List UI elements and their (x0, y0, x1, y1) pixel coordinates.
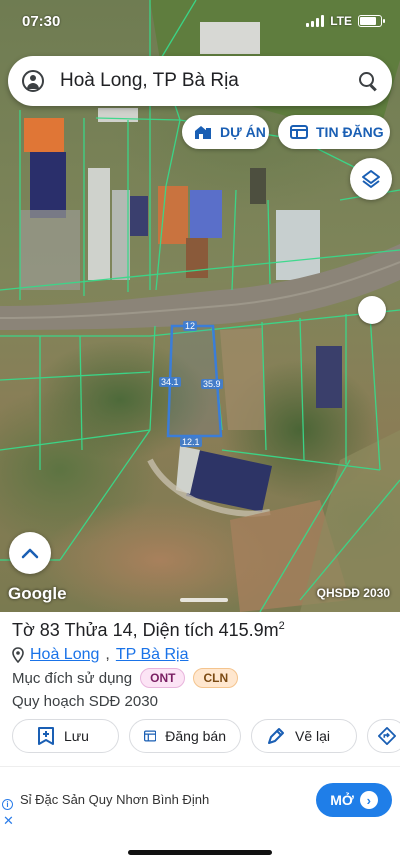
location-separator: , (105, 646, 110, 663)
search-bar[interactable]: Hoà Long, TP Bà Rịa (8, 56, 392, 106)
ad-open-button[interactable]: MỞ › (316, 783, 392, 817)
share-button[interactable] (367, 719, 400, 753)
post-sale-label: Đăng bán (165, 728, 226, 744)
listings-chip[interactable]: TIN ĐĂNG (278, 115, 390, 149)
system-bottom-bar (0, 828, 400, 866)
status-indicators: LTE (306, 14, 385, 28)
edge-label-right: 35.9 (201, 379, 223, 389)
building-icon (195, 126, 211, 139)
bookmark-add-icon (38, 727, 54, 745)
action-row: Lưu Đăng bán Vẽ lại (12, 719, 400, 753)
purpose-badge-ont[interactable]: ONT (140, 668, 186, 688)
google-attribution: Google (8, 584, 67, 603)
home-indicator[interactable] (128, 850, 272, 855)
satellite-map[interactable]: 12 34.1 35.9 12.1 07:30 LTE Hoà Long, TP… (0, 0, 400, 612)
area-unit-exponent: 2 (278, 620, 285, 632)
sheet-drag-handle[interactable] (180, 598, 228, 602)
chevron-right-icon: › (359, 791, 378, 809)
city-link[interactable]: TP Bà Rịa (116, 646, 189, 664)
status-time: 07:30 (22, 13, 61, 30)
ad-close-icon[interactable]: ✕ (3, 813, 14, 829)
map-marker-handle[interactable] (358, 296, 386, 324)
post-sale-button[interactable]: Đăng bán (129, 719, 241, 753)
edge-label-top: 12 (183, 321, 198, 331)
account-icon[interactable] (22, 70, 44, 92)
expand-sheet-button[interactable] (9, 532, 51, 574)
ad-text[interactable]: Sỉ Đặc Sản Quy Nhơn Bình Định (20, 792, 209, 807)
parcel-info-sheet: Tờ 83 Thửa 14, Diện tích 415.9m2 Hoà Lon… (0, 612, 400, 766)
purpose-badge-cln[interactable]: CLN (193, 668, 239, 688)
edge-label-bottom: 12.1 (180, 437, 202, 447)
search-query[interactable]: Hoà Long, TP Bà Rịa (60, 70, 358, 92)
battery-icon (358, 15, 385, 27)
pen-tool-icon (268, 728, 284, 744)
network-type: LTE (330, 14, 352, 28)
ad-banner[interactable]: i ✕ Sỉ Đặc Sản Quy Nhơn Bình Định MỞ › (0, 766, 400, 828)
ward-link[interactable]: Hoà Long (30, 646, 99, 664)
parcel-title-text: Tờ 83 Thửa 14, Diện tích 415.9m (12, 620, 279, 640)
listing-board-icon (144, 730, 157, 742)
directions-icon (378, 727, 396, 745)
ad-open-label: MỞ (330, 792, 354, 808)
save-button[interactable]: Lưu (12, 719, 119, 753)
parcel-title: Tờ 83 Thửa 14, Diện tích 415.9m2 (12, 620, 388, 641)
search-icon[interactable] (358, 71, 378, 91)
signal-icon (306, 15, 325, 27)
map-layer-label: QHSDĐ 2030 (316, 586, 390, 600)
parcel-location: Hoà Long, TP Bà Rịa (12, 646, 388, 664)
land-purpose-row: Mục đích sử dụng ONT CLN (12, 668, 388, 688)
redraw-label: Vẽ lại (295, 728, 331, 744)
layers-icon (362, 170, 380, 188)
projects-chip-label: DỰ ÁN (220, 124, 266, 140)
plan-label: Quy hoạch SDĐ 2030 (12, 693, 158, 710)
purpose-label: Mục đích sử dụng (12, 669, 133, 687)
chevron-up-icon (21, 548, 39, 559)
save-label: Lưu (64, 728, 89, 744)
location-pin-icon (12, 647, 24, 663)
redraw-button[interactable]: Vẽ lại (251, 719, 357, 753)
ad-info-icon[interactable]: i (2, 799, 13, 810)
listings-chip-label: TIN ĐĂNG (316, 124, 384, 140)
listing-icon (290, 125, 308, 139)
projects-chip[interactable]: DỰ ÁN (182, 115, 269, 149)
layers-button[interactable] (350, 158, 392, 200)
edge-label-left: 34.1 (159, 377, 181, 387)
